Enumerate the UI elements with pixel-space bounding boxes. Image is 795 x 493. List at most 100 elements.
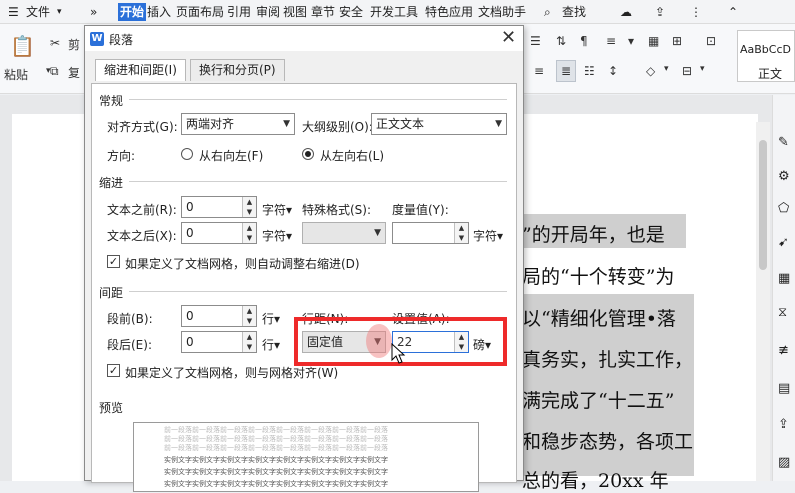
indent-after-value: 0 [186, 226, 194, 240]
show-marks-icon[interactable]: ¶ [580, 34, 588, 48]
indent-before-input[interactable]: 0 ▲ ▼ [181, 196, 257, 218]
grid-icon[interactable]: ⊡ [706, 34, 716, 48]
settings-icon[interactable]: ⋮ [690, 3, 702, 21]
space-after-unit[interactable]: 行▾ [262, 336, 280, 353]
tab-security[interactable]: 安全 [339, 3, 363, 21]
tab-page-layout[interactable]: 页面布局 [176, 3, 224, 21]
chevron-down-icon[interactable]: ▾ [700, 64, 705, 74]
line-spacing-icon[interactable]: ≡ [606, 34, 616, 48]
sliders-icon[interactable]: ≢ [778, 343, 789, 358]
indent-icon[interactable]: ☰ [530, 34, 541, 48]
section-indent: 缩进 [99, 176, 124, 190]
grid-icon[interactable]: ▦ [778, 271, 790, 286]
paste-button[interactable]: 粘贴 [4, 66, 28, 83]
style-normal[interactable]: AaBbCcD 正文 [737, 30, 795, 82]
close-icon[interactable]: ✕ [501, 27, 516, 48]
doc-line[interactable]: 真务实，扎实工作， [522, 345, 693, 372]
tab-developer[interactable]: 开发工具 [370, 3, 418, 21]
doc-line[interactable]: 满完成了“十二五” [522, 386, 674, 413]
tab-special[interactable]: 特色应用 [425, 3, 473, 21]
cut-icon[interactable]: ✂ [50, 36, 60, 50]
more-tabs-button[interactable]: » [90, 3, 97, 21]
measure-input[interactable]: ▲ ▼ [392, 222, 469, 244]
tab-home[interactable]: 开始 [118, 3, 147, 21]
border-icon[interactable]: ⊞ [672, 34, 682, 48]
alignment-select[interactable]: 两端对齐 ▼ [181, 113, 295, 135]
share-icon[interactable]: ⇪ [778, 417, 789, 432]
search-button[interactable]: 查找 [562, 3, 586, 21]
tab-insert[interactable]: 插入 [147, 3, 171, 21]
spinner-icon[interactable]: ▲ ▼ [242, 197, 256, 217]
tab-line-page-breaks[interactable]: 换行和分页(P) [190, 59, 285, 81]
indent-after-input[interactable]: 0 ▲ ▼ [181, 222, 257, 244]
shading-icon[interactable]: ◇ [646, 64, 655, 78]
spinner-icon[interactable]: ▲ ▼ [242, 332, 256, 352]
special-format-select[interactable]: ▼ [302, 222, 386, 244]
indent-grid-label[interactable]: 如果定义了文档网格，则自动调整右缩进(D) [125, 255, 360, 272]
filter-icon[interactable]: ⧖ [778, 305, 787, 320]
spinner-icon[interactable]: ▲ ▼ [242, 306, 256, 326]
set-value-unit[interactable]: 磅▾ [473, 336, 491, 353]
doc-line[interactable]: 以“精细化管理•落 [522, 304, 676, 331]
space-before-unit[interactable]: 行▾ [262, 310, 280, 327]
alignment-value: 两端对齐 [186, 117, 235, 131]
spacing-icon[interactable]: ↕ [608, 64, 618, 78]
chevron-down-icon[interactable]: ▾ [57, 3, 62, 21]
document-icon[interactable]: ▤ [778, 381, 790, 396]
align-right-icon[interactable]: ≡ [534, 64, 544, 78]
cut-button[interactable]: 剪 [68, 36, 80, 53]
search-icon[interactable]: ⌕ [544, 3, 551, 21]
doc-line[interactable]: ”的开局年，也是 [522, 220, 665, 247]
tab-indent-spacing[interactable]: 缩进和间距(I) [95, 59, 186, 81]
section-general: 常规 [99, 94, 124, 108]
spinner-icon[interactable]: ▲ ▼ [454, 332, 468, 352]
outline-level-select[interactable]: 正文文本 ▼ [371, 113, 507, 135]
indent-before-unit[interactable]: 字符▾ [262, 201, 292, 218]
dialog-title: 段落 [109, 33, 134, 47]
sort-icon[interactable]: ⇅ [556, 34, 566, 48]
doc-line[interactable]: 总的看，20xx 年 [522, 466, 669, 493]
chevron-down-icon[interactable]: ▾ [628, 34, 634, 48]
tab-references[interactable]: 引用 [227, 3, 251, 21]
radio-ltr[interactable] [302, 148, 314, 160]
copy-icon[interactable]: ⧉ [50, 64, 59, 79]
dialog-title-bar[interactable]: W 段落 ✕ [85, 26, 523, 51]
spacing-grid-checkbox[interactable]: ✓ [107, 364, 120, 377]
chevron-down-icon[interactable]: ▾ [664, 64, 669, 74]
spinner-icon[interactable]: ▲ ▼ [242, 223, 256, 243]
radio-rtl-label[interactable]: 从右向左(F) [199, 147, 263, 164]
doc-line[interactable]: 和稳步态势，各项工 [522, 427, 693, 454]
radio-rtl[interactable] [181, 148, 193, 160]
indent-after-unit[interactable]: 字符▾ [262, 227, 292, 244]
tab-chapter[interactable]: 章节 [311, 3, 335, 21]
hamburger-icon[interactable]: ☰ [8, 3, 19, 21]
share-icon[interactable]: ⇪ [655, 3, 665, 21]
pen-icon[interactable]: ✎ [778, 135, 789, 150]
paste-icon[interactable]: 📋 [10, 34, 35, 58]
table-icon[interactable]: ▦ [648, 34, 659, 48]
spacing-grid-label[interactable]: 如果定义了文档网格，则与网格对齐(W) [125, 364, 338, 381]
line-spacing-value: 固定值 [307, 335, 344, 349]
tab-doc-assistant[interactable]: 文档助手 [478, 3, 526, 21]
cloud-icon[interactable]: ☁ [620, 3, 632, 21]
tab-review[interactable]: 审阅 [256, 3, 280, 21]
scrollbar-thumb[interactable] [759, 140, 767, 270]
doc-line[interactable]: 局的“十个转变”为 [522, 262, 674, 289]
space-after-input[interactable]: 0 ▲ ▼ [181, 331, 257, 353]
radio-ltr-label[interactable]: 从左向右(L) [320, 147, 384, 164]
spinner-icon[interactable]: ▲ ▼ [454, 223, 468, 243]
navigate-icon[interactable]: ➹ [778, 235, 789, 250]
measure-unit[interactable]: 字符▾ [473, 227, 503, 244]
space-before-input[interactable]: 0 ▲ ▼ [181, 305, 257, 327]
expand-icon[interactable]: ⌃ [728, 3, 738, 21]
borders-icon[interactable]: ⊟ [682, 64, 692, 78]
distributed-align-icon[interactable]: ☷ [584, 64, 595, 78]
tab-view[interactable]: 视图 [283, 3, 307, 21]
align-justify-icon[interactable]: ≣ [556, 60, 576, 82]
shapes-icon[interactable]: ⬠ [778, 201, 789, 216]
adjust-icon[interactable]: ⚙ [778, 169, 790, 184]
indent-grid-checkbox[interactable]: ✓ [107, 255, 120, 268]
file-menu[interactable]: 文件 [26, 3, 50, 21]
copy-button[interactable]: 复 [68, 64, 80, 81]
image-icon[interactable]: ▨ [778, 455, 790, 470]
